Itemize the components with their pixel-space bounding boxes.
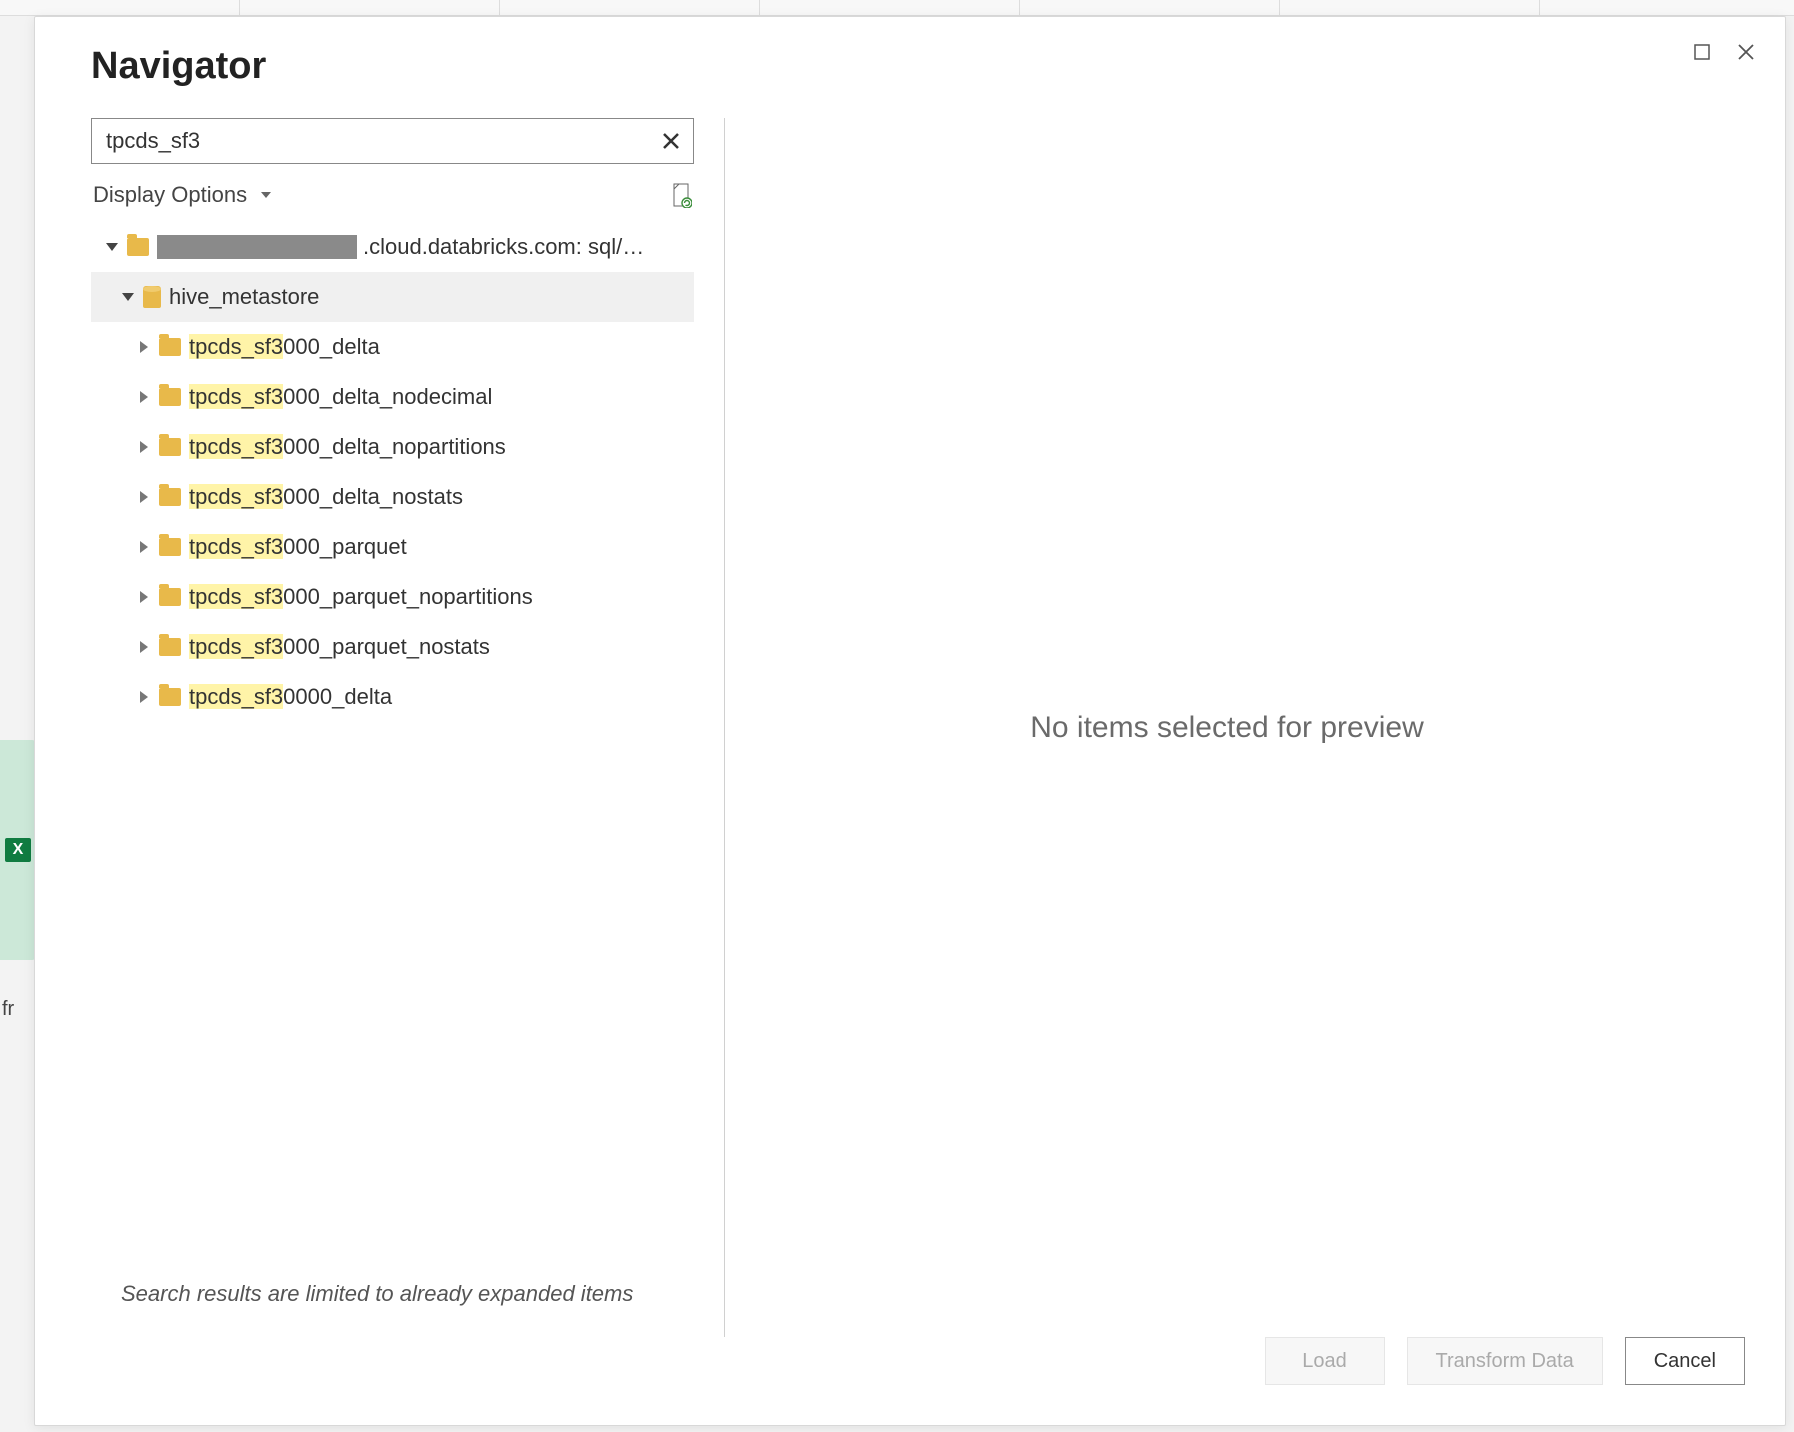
- tree-schema-node[interactable]: tpcds_sf3000_parquet_nostats: [91, 622, 694, 672]
- expander-icon[interactable]: [137, 390, 151, 404]
- database-icon: [143, 286, 161, 308]
- expander-icon[interactable]: [137, 440, 151, 454]
- schema-node-label: tpcds_sf30000_delta: [189, 684, 392, 710]
- folder-icon: [159, 538, 181, 556]
- cancel-button[interactable]: Cancel: [1625, 1337, 1745, 1385]
- chevron-down-icon: [261, 192, 271, 198]
- display-options-menu[interactable]: Display Options: [93, 182, 271, 208]
- schema-node-label: tpcds_sf3000_delta: [189, 334, 380, 360]
- background-side-panel: X: [0, 740, 36, 960]
- dialog-title: Navigator: [91, 45, 266, 88]
- transform-data-button[interactable]: Transform Data: [1407, 1337, 1603, 1385]
- schema-node-label: tpcds_sf3000_delta_nodecimal: [189, 384, 492, 410]
- tree-metastore-node[interactable]: hive_metastore: [91, 272, 694, 322]
- expander-icon[interactable]: [137, 690, 151, 704]
- maximize-button[interactable]: [1691, 41, 1713, 63]
- expander-icon[interactable]: [137, 640, 151, 654]
- navigator-dialog: Navigator Display Options: [34, 16, 1786, 1426]
- folder-icon: [159, 488, 181, 506]
- schema-node-label: tpcds_sf3000_parquet_nostats: [189, 634, 490, 660]
- background-label: fr: [2, 998, 14, 1021]
- folder-icon: [159, 688, 181, 706]
- preview-empty-message: No items selected for preview: [1030, 711, 1424, 745]
- tree-schema-node[interactable]: tpcds_sf3000_parquet: [91, 522, 694, 572]
- expander-icon[interactable]: [137, 590, 151, 604]
- tree-view: .cloud.databricks.com: sql/… hive_metast…: [91, 222, 694, 1267]
- close-button[interactable]: [1735, 41, 1757, 63]
- folder-icon: [159, 388, 181, 406]
- expander-icon[interactable]: [121, 290, 135, 304]
- tree-schema-node[interactable]: tpcds_sf30000_delta: [91, 672, 694, 722]
- schema-node-label: tpcds_sf3000_delta_nopartitions: [189, 434, 506, 460]
- folder-icon: [159, 588, 181, 606]
- tree-schema-node[interactable]: tpcds_sf3000_delta: [91, 322, 694, 372]
- display-options-label: Display Options: [93, 182, 247, 208]
- metastore-label: hive_metastore: [169, 284, 319, 310]
- left-panel: Display Options .cloud.databricks.com: s…: [91, 118, 725, 1337]
- schema-node-label: tpcds_sf3000_delta_nostats: [189, 484, 463, 510]
- expander-icon[interactable]: [105, 240, 119, 254]
- tree-schema-node[interactable]: tpcds_sf3000_parquet_nopartitions: [91, 572, 694, 622]
- button-row: Load Transform Data Cancel: [35, 1337, 1785, 1425]
- search-input[interactable]: [106, 128, 659, 154]
- folder-icon: [159, 638, 181, 656]
- redacted-hostname: [157, 235, 357, 259]
- folder-icon: [159, 438, 181, 456]
- tree-root-node[interactable]: .cloud.databricks.com: sql/…: [91, 222, 694, 272]
- preview-panel: No items selected for preview: [725, 118, 1729, 1337]
- search-note: Search results are limited to already ex…: [91, 1267, 694, 1337]
- search-box: [91, 118, 694, 164]
- expander-icon[interactable]: [137, 490, 151, 504]
- clear-search-button[interactable]: [659, 129, 683, 153]
- tree-schema-node[interactable]: tpcds_sf3000_delta_nostats: [91, 472, 694, 522]
- background-tabs: [0, 0, 1794, 16]
- tree-schema-node[interactable]: tpcds_sf3000_delta_nodecimal: [91, 372, 694, 422]
- load-button[interactable]: Load: [1265, 1337, 1385, 1385]
- schema-node-label: tpcds_sf3000_parquet_nopartitions: [189, 584, 533, 610]
- refresh-preview-button[interactable]: [670, 182, 692, 208]
- root-node-label: .cloud.databricks.com: sql/…: [363, 234, 644, 260]
- tree-schema-node[interactable]: tpcds_sf3000_delta_nopartitions: [91, 422, 694, 472]
- schema-node-label: tpcds_sf3000_parquet: [189, 534, 407, 560]
- excel-icon: X: [5, 838, 31, 862]
- expander-icon[interactable]: [137, 340, 151, 354]
- folder-icon: [159, 338, 181, 356]
- expander-icon[interactable]: [137, 540, 151, 554]
- folder-icon: [127, 238, 149, 256]
